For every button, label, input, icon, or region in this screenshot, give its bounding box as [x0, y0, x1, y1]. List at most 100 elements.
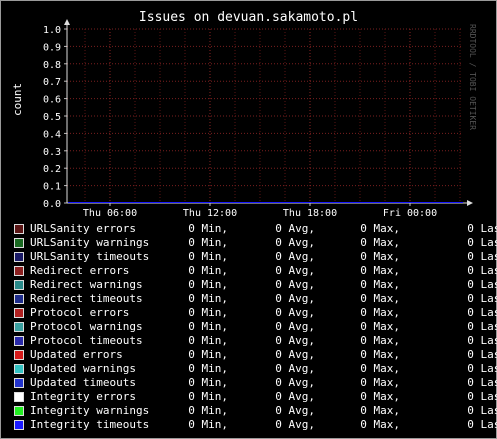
- legend-item: URLSanity errors 0 Min, 0 Avg, 0 Max, 0 Last: [14, 222, 497, 236]
- legend-series-name: Protocol warnings: [30, 320, 143, 333]
- legend-item: Protocol errors 0 Min, 0 Avg, 0 Max, 0 Last: [14, 306, 497, 320]
- legend-max-value: 0 Max,: [360, 362, 400, 375]
- legend-avg-value: 0 Avg,: [275, 418, 315, 431]
- legend-max-value: 0 Max,: [360, 250, 400, 263]
- legend-last-value: 0 Last: [467, 250, 497, 263]
- legend-min-value: 0 Min,: [188, 306, 228, 319]
- legend-swatch: [14, 308, 24, 318]
- legend-item: URLSanity warnings 0 Min, 0 Avg, 0 Max, 0 La…: [14, 236, 497, 250]
- legend-item: Redirect errors 0 Min, 0 Avg, 0 Max, 0 Last: [14, 264, 497, 278]
- legend-max-value: 0 Max,: [360, 376, 400, 389]
- legend-avg-value: 0 Avg,: [275, 348, 315, 361]
- legend-swatch: [14, 420, 24, 430]
- legend-last-value: 0 Last: [467, 348, 497, 361]
- legend-swatch: [14, 280, 24, 290]
- legend-last-value: 0 Last: [467, 390, 497, 403]
- legend-avg-value: 0 Avg,: [275, 362, 315, 375]
- legend-min-value: 0 Min,: [188, 334, 228, 347]
- legend-last-value: 0 Last: [467, 376, 497, 389]
- legend-item: Integrity timeouts 0 Min, 0 Avg, 0 Max, 0 La…: [14, 418, 497, 432]
- legend-last-value: 0 Last: [467, 418, 497, 431]
- legend-item: Updated timeouts 0 Min, 0 Avg, 0 Max, 0 Last: [14, 376, 497, 390]
- y-tick-label: 0.9: [43, 42, 61, 53]
- legend-max-value: 0 Max,: [360, 348, 400, 361]
- y-tick-label: 0.4: [43, 129, 61, 140]
- legend-avg-value: 0 Avg,: [275, 264, 315, 277]
- legend-last-value: 0 Last: [467, 222, 497, 235]
- legend-item: Integrity warnings 0 Min, 0 Avg, 0 Max, 0 La…: [14, 404, 497, 418]
- legend-min-value: 0 Min,: [188, 236, 228, 249]
- y-tick-label: 0.6: [43, 95, 61, 106]
- legend-swatch: [14, 294, 24, 304]
- legend-min-value: 0 Min,: [188, 390, 228, 403]
- legend-swatch: [14, 252, 24, 262]
- legend-series-name: Updated timeouts: [30, 376, 136, 389]
- legend-swatch: [14, 378, 24, 388]
- legend-max-value: 0 Max,: [360, 320, 400, 333]
- y-tick-label: 0.1: [43, 182, 61, 193]
- legend-last-value: 0 Last: [467, 306, 497, 319]
- legend-series-name: Integrity timeouts: [30, 418, 150, 431]
- y-tick-label: 0.5: [43, 112, 61, 123]
- legend-max-value: 0 Max,: [360, 278, 400, 291]
- legend-min-value: 0 Min,: [188, 348, 228, 361]
- legend-swatch: [14, 336, 24, 346]
- legend-min-value: 0 Min,: [188, 264, 228, 277]
- y-tick-label: 0.0: [43, 199, 61, 210]
- legend-avg-value: 0 Avg,: [275, 250, 315, 263]
- legend-min-value: 0 Min,: [188, 376, 228, 389]
- legend-min-value: 0 Min,: [188, 250, 228, 263]
- legend-last-value: 0 Last: [467, 292, 497, 305]
- legend-min-value: 0 Min,: [188, 292, 228, 305]
- legend-item: Integrity errors 0 Min, 0 Avg, 0 Max, 0 Last: [14, 390, 497, 404]
- y-tick-label: 0.3: [43, 147, 61, 158]
- legend-item: Protocol warnings 0 Min, 0 Avg, 0 Max, 0 Las…: [14, 320, 497, 334]
- legend-series-name: Redirect errors: [30, 264, 130, 277]
- y-tick-label: 0.7: [43, 77, 61, 88]
- legend-item: Updated errors 0 Min, 0 Avg, 0 Max, 0 Last: [14, 348, 497, 362]
- legend-avg-value: 0 Avg,: [275, 404, 315, 417]
- legend-swatch: [14, 266, 24, 276]
- legend-avg-value: 0 Avg,: [275, 278, 315, 291]
- legend-min-value: 0 Min,: [188, 320, 228, 333]
- legend-series-name: Redirect timeouts: [30, 292, 143, 305]
- legend-avg-value: 0 Avg,: [275, 320, 315, 333]
- legend-series-name: URLSanity warnings: [30, 236, 150, 249]
- legend-swatch: [14, 392, 24, 402]
- x-tick-label: Thu 06:00: [83, 208, 137, 219]
- legend-item: URLSanity timeouts 0 Min, 0 Avg, 0 Max, 0 La…: [14, 250, 497, 264]
- legend-last-value: 0 Last: [467, 236, 497, 249]
- legend-min-value: 0 Min,: [188, 222, 228, 235]
- legend-swatch: [14, 350, 24, 360]
- legend-swatch: [14, 224, 24, 234]
- legend-series-name: URLSanity timeouts: [30, 250, 150, 263]
- legend-avg-value: 0 Avg,: [275, 222, 315, 235]
- legend-series-name: Integrity errors: [30, 390, 136, 403]
- legend-min-value: 0 Min,: [188, 418, 228, 431]
- legend-series-name: Redirect warnings: [30, 278, 143, 291]
- legend-series-name: Updated errors: [30, 348, 123, 361]
- legend-item: Updated warnings 0 Min, 0 Avg, 0 Max, 0 Last: [14, 362, 497, 376]
- legend-avg-value: 0 Avg,: [275, 334, 315, 347]
- legend-last-value: 0 Last: [467, 264, 497, 277]
- legend-min-value: 0 Min,: [188, 404, 228, 417]
- y-tick-label: 0.8: [43, 60, 61, 71]
- legend-min-value: 0 Min,: [188, 278, 228, 291]
- legend-last-value: 0 Last: [467, 320, 497, 333]
- legend-max-value: 0 Max,: [360, 264, 400, 277]
- legend-swatch: [14, 322, 24, 332]
- x-tick-label: Fri 00:00: [383, 208, 437, 219]
- legend-max-value: 0 Max,: [360, 236, 400, 249]
- legend-max-value: 0 Max,: [360, 306, 400, 319]
- y-axis-arrow: [64, 19, 70, 25]
- legend-series-name: Protocol errors: [30, 306, 130, 319]
- legend-last-value: 0 Last: [467, 404, 497, 417]
- legend-last-value: 0 Last: [467, 334, 497, 347]
- legend-series-name: Integrity warnings: [30, 404, 150, 417]
- x-axis-arrow: [467, 200, 473, 206]
- legend-swatch: [14, 364, 24, 374]
- legend-avg-value: 0 Avg,: [275, 306, 315, 319]
- plot-area: 1.0 0.9 0.8 0.7 0.6 0.5 0.4 0.3 0.2 0.1 0.0 Thu 06:…: [43, 19, 473, 219]
- legend-avg-value: 0 Avg,: [275, 236, 315, 249]
- legend-max-value: 0 Max,: [360, 418, 400, 431]
